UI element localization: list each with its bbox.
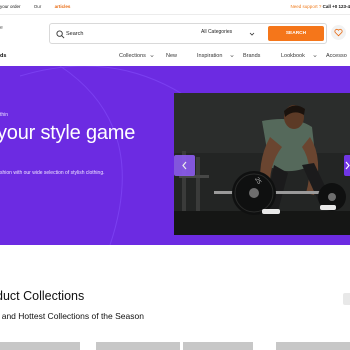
search-icon (56, 30, 65, 39)
search-button[interactable]: SEARCH (268, 26, 324, 41)
our-articles-link[interactable]: Our articles (34, 4, 71, 9)
hero-banner: thin your style game shion with our wide… (0, 66, 350, 245)
collections-nav-button[interactable] (343, 293, 350, 305)
top-bar-links: your order Our articles (0, 4, 82, 9)
need-support-link[interactable]: Need support ? (291, 4, 322, 9)
search-bar: All Categories SEARCH (49, 23, 327, 44)
nav-item-lookbook[interactable]: Lookbook (281, 53, 305, 59)
hero-next-button[interactable] (344, 155, 350, 176)
main-nav: Collections New Inspiration Brands Lookb… (0, 52, 350, 63)
category-select[interactable]: All Categories (201, 29, 232, 35)
chevron-down-icon (150, 55, 154, 58)
top-bar-contact: Need support ? Call +0 123-4 (291, 4, 350, 9)
collections-title: duct Collections (0, 289, 85, 303)
hero-image: 25 (174, 93, 350, 235)
chevron-down-icon (313, 55, 317, 58)
nav-item-inspiration[interactable]: Inspiration (197, 53, 222, 59)
hero-subtitle: shion with our wide selection of stylish… (0, 170, 105, 176)
chevron-left-icon (182, 161, 187, 170)
man-lifting-barbell-image: 25 (174, 93, 350, 235)
call-number[interactable]: Call +0 123-4 (323, 4, 350, 9)
collections-subtitle: t and Hottest Collections of the Season (0, 311, 144, 321)
collection-card[interactable] (96, 342, 180, 350)
logo-fragment[interactable]: e (0, 25, 3, 31)
collection-card[interactable] (276, 342, 350, 350)
nav-item-collections[interactable]: Collections (119, 53, 146, 59)
hero-prev-button[interactable] (174, 155, 195, 176)
collection-card[interactable] (0, 342, 80, 350)
call-number-text: Call +0 123-4 (322, 4, 350, 9)
top-bar: your order Our articles Need support ? C… (0, 0, 350, 14)
our-articles-highlight: articles (54, 4, 71, 9)
heart-icon (334, 28, 343, 37)
wishlist-button[interactable] (331, 25, 346, 40)
track-order-link[interactable]: your order (0, 4, 21, 9)
chevron-down-icon[interactable] (249, 31, 255, 37)
our-articles-prefix: Our (33, 4, 42, 9)
nav-item-new[interactable]: New (166, 53, 177, 59)
chevron-down-icon (230, 55, 234, 58)
hero-title: your style game (0, 122, 136, 144)
top-divider (0, 14, 350, 15)
hero-eyebrow: thin (0, 112, 9, 118)
chevron-right-icon (345, 161, 350, 170)
collection-card[interactable] (183, 342, 253, 350)
nav-item-brands[interactable]: Brands (243, 53, 260, 59)
nav-item-accessories[interactable]: Accesso (326, 53, 347, 59)
